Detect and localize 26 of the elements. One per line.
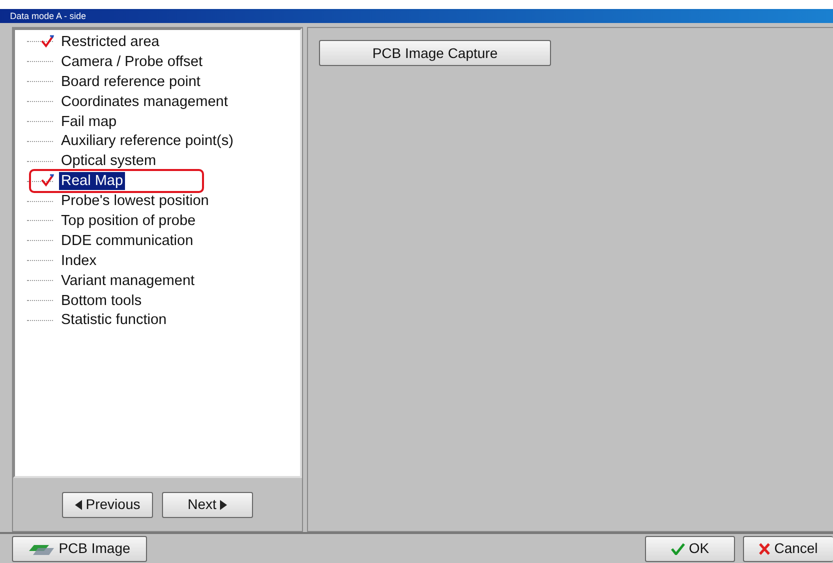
tree-item[interactable]: Real Map — [59, 172, 126, 190]
check-icon — [670, 542, 685, 554]
ok-button[interactable]: OK — [645, 536, 735, 562]
tree-item[interactable]: Index — [59, 252, 98, 270]
next-button[interactable]: Next — [162, 492, 253, 518]
cancel-button[interactable]: Cancel — [743, 536, 833, 562]
tree-item[interactable]: Probe's lowest position — [59, 192, 211, 210]
tree-item[interactable]: Optical system — [59, 152, 158, 170]
window-title: Data mode A - side — [0, 9, 833, 23]
tree-item[interactable]: Statistic function — [59, 311, 169, 330]
close-icon — [759, 542, 770, 554]
tree-item[interactable]: Bottom tools — [59, 292, 144, 310]
tree-item[interactable]: DDE communication — [59, 232, 196, 250]
tree-item[interactable]: Variant management — [59, 272, 197, 290]
pcb-image-button[interactable]: PCB Image — [12, 536, 147, 562]
left-arrow-icon — [74, 500, 82, 510]
tree-item[interactable]: Board reference point — [59, 72, 202, 91]
tree-item[interactable]: Fail map — [59, 112, 119, 130]
tree-item[interactable]: Coordinates management — [59, 92, 230, 111]
tree-item[interactable]: Top position of probe — [59, 212, 198, 230]
right-arrow-icon — [220, 500, 228, 510]
tree-item[interactable]: Restricted area — [59, 32, 162, 51]
capture-button[interactable]: PCB Image Capture — [319, 40, 551, 66]
tree-item[interactable]: Camera / Probe offset — [59, 52, 205, 71]
tree-item[interactable]: Auxiliary reference point(s) — [59, 132, 236, 150]
previous-button[interactable]: Previous — [62, 492, 153, 518]
